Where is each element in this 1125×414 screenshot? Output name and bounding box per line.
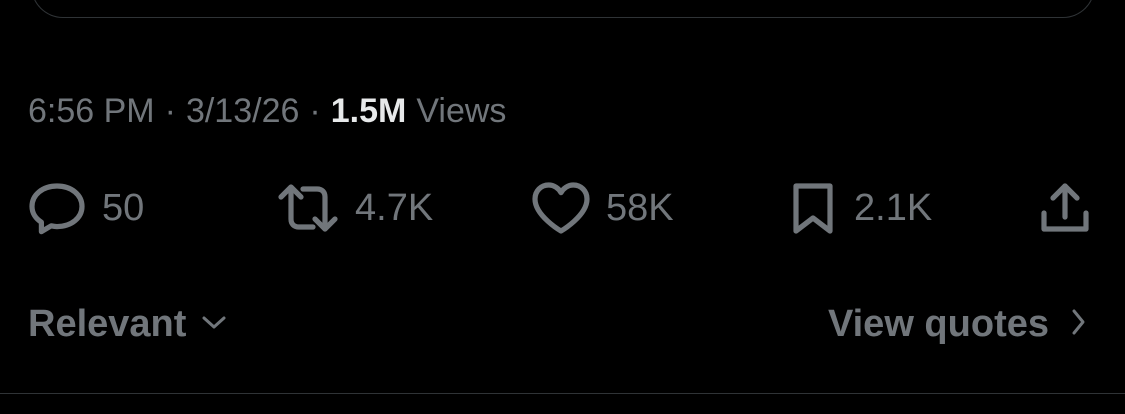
repost-icon (275, 179, 341, 237)
reply-icon (26, 179, 88, 237)
chevron-right-icon (1049, 306, 1087, 343)
sort-label: Relevant (28, 302, 187, 345)
repost-count: 4.7K (355, 186, 434, 229)
view-quotes-link[interactable]: View quotes (828, 296, 1087, 352)
tweet-time: 6:56 PM (28, 91, 155, 130)
view-quotes-label: View quotes (827, 302, 1049, 345)
like-count: 58K (606, 186, 674, 229)
share-button[interactable] (1037, 178, 1093, 238)
media-card-bottom-edge (31, 0, 1095, 18)
views-count: 1.5M (330, 91, 407, 130)
repost-button[interactable]: 4.7K (275, 178, 433, 238)
divider (0, 393, 1125, 394)
heart-icon (530, 179, 592, 237)
share-icon (1037, 179, 1093, 237)
views-label: Views (416, 91, 507, 130)
metadata-separator: · (309, 91, 321, 130)
reply-button[interactable]: 50 (26, 178, 144, 238)
tweet-date: 3/13/26 (185, 91, 300, 130)
reply-count: 50 (102, 186, 145, 229)
bookmark-button[interactable]: 2.1K (786, 178, 932, 238)
metadata-separator: · (164, 91, 176, 130)
bookmark-count: 2.1K (854, 186, 933, 229)
chevron-down-icon (186, 312, 228, 337)
bookmark-icon (786, 179, 840, 237)
tweet-metadata: 6:56 PM · 3/13/26 · 1.5M Views (28, 88, 506, 134)
replies-sort-dropdown[interactable]: Relevant (28, 296, 228, 352)
like-button[interactable]: 58K (530, 178, 674, 238)
